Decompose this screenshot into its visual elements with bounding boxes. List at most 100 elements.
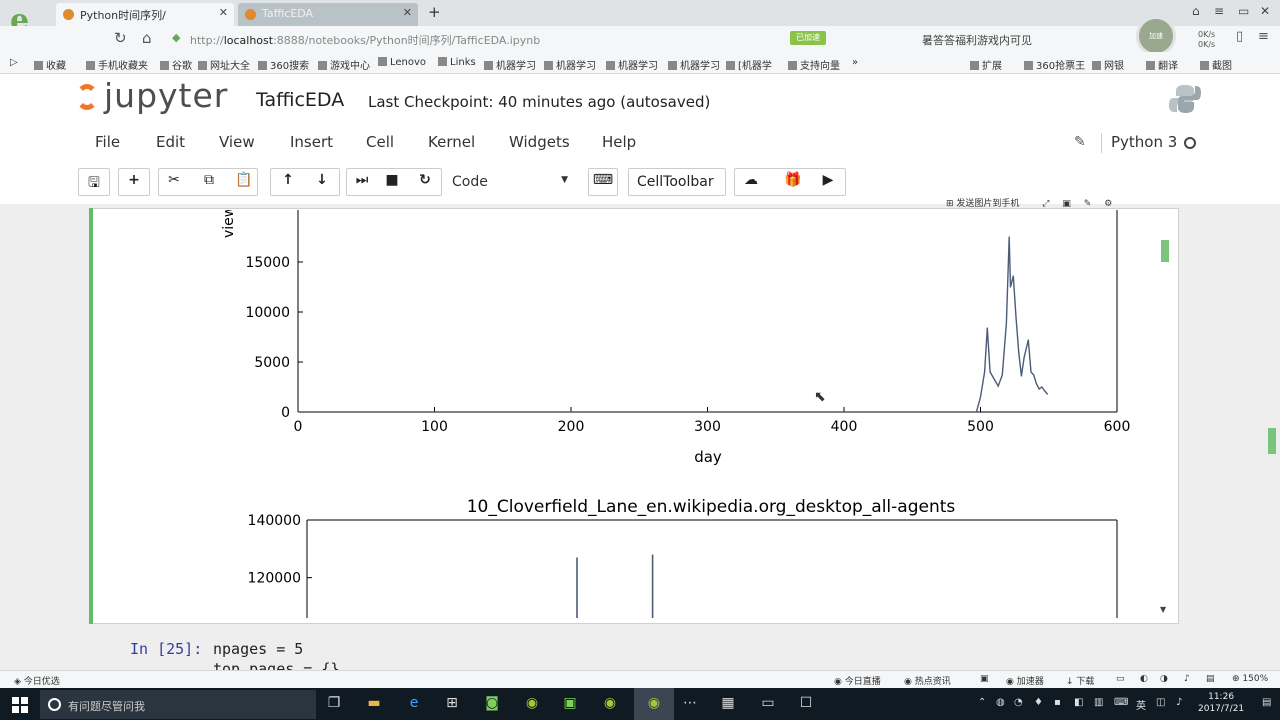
bookmark-tool[interactable]: 翻译 [1146,57,1178,72]
status-icon[interactable]: ▣ [980,674,989,684]
settings-icon[interactable]: ⚙ [1104,199,1112,209]
bookmark-item[interactable]: 谷歌 [160,57,192,72]
ime-indicator[interactable]: 英 [1136,697,1146,712]
edit-image-icon[interactable]: ✎ [1084,199,1092,209]
run-icon[interactable]: ⏭ [351,172,373,188]
app-icon[interactable]: ▦ [718,695,738,713]
menu-kernel[interactable]: Kernel [428,133,475,151]
app-icon[interactable]: ◉ [600,695,620,713]
scroll-down-arrow-icon[interactable]: ▼ [1160,605,1166,614]
status-icon[interactable]: ◑ [1160,674,1168,684]
menu-help[interactable]: Help [602,133,636,151]
tab-python-series[interactable]: Python时间序列/ ✕ [56,3,234,26]
jupyter-logo-text[interactable]: jupyter [104,76,228,115]
daily-picks-link[interactable]: ◈ 今日优选 [14,674,60,687]
bookmark-item[interactable]: Lenovo [378,57,426,68]
task-view-icon[interactable]: ❐ [324,695,344,713]
bookmark-tool[interactable]: 截图 [1200,57,1232,72]
output-scroll-thumb[interactable] [1161,240,1169,262]
bookmark-item[interactable]: 机器学习 [606,57,658,72]
menu-icon[interactable]: ≡ [1214,4,1224,18]
status-icon[interactable]: ▤ [1206,674,1215,684]
promo-link[interactable]: 暑答答福利游戏内可见 [922,32,1032,48]
edit-pencil-icon[interactable]: ✎ [1074,134,1086,150]
bookmark-tool[interactable]: 扩展 [970,57,1002,72]
menu-lines-icon[interactable]: ≡ [1258,29,1269,44]
restart-icon[interactable]: ↻ [414,172,436,188]
browser-360-icon[interactable]: ◉ [644,695,664,713]
tray-icon[interactable]: ◍ [996,697,1005,708]
code-line[interactable]: npages = 5 [213,640,303,658]
status-icon[interactable]: ◐ [1140,674,1148,684]
new-tab-icon[interactable]: + [428,3,441,21]
bookmarks-more-icon[interactable]: » [852,57,858,68]
menu-widgets[interactable]: Widgets [509,133,570,151]
tray-icon[interactable]: ◫ [1156,697,1165,708]
reader-icon[interactable]: ▯ [1236,29,1243,44]
home-icon[interactable]: ⌂ [142,29,152,47]
app-icon[interactable]: ▣ [560,695,580,713]
bookmark-item[interactable]: 机器学习 [484,57,536,72]
url-input[interactable]: http://localhost:8888/notebooks/Python时间… [190,32,540,48]
bookmark-item[interactable]: [机器学 [726,57,772,72]
move-up-icon[interactable]: ↑ [277,172,299,188]
speed-ring[interactable]: 加速 [1136,16,1176,56]
bookmark-item[interactable]: 收藏 [34,57,66,72]
celltoolbar-button[interactable]: CellToolbar [628,168,726,196]
menu-insert[interactable]: Insert [290,133,333,151]
menu-cell[interactable]: Cell [366,133,394,151]
status-icon[interactable]: ♪ [1184,674,1190,684]
notebook-name[interactable]: TafficEDA [256,89,344,111]
menu-view[interactable]: View [219,133,255,151]
app-icon[interactable]: ⋯ [680,695,700,713]
app-icon[interactable]: ◙ [482,695,502,713]
downloads-link[interactable]: ↓ 下载 [1066,674,1094,687]
skin-icon[interactable]: ⌂ [1192,4,1200,18]
cut-icon[interactable]: ✂ [163,172,185,188]
tab-taffic-eda[interactable]: TafficEDA ✕ [238,3,418,26]
live-link[interactable]: ◉ 今日直播 [834,674,881,687]
app-icon[interactable]: ☐ [796,695,816,713]
zoom-level[interactable]: ⊕ 150% [1232,674,1268,684]
output-scrollbar[interactable] [1157,212,1171,618]
youtube-icon[interactable]: ▶ [817,172,839,188]
network-icon[interactable]: ▥ [1094,697,1103,708]
cortana-search-input[interactable]: 有问题尽管问我 [40,690,316,719]
edge-icon[interactable]: e [404,695,424,713]
code-line[interactable]: top_pages = {} [213,660,339,670]
bookmark-item[interactable]: 机器学习 [544,57,596,72]
restore-window-icon[interactable]: ▭ [1238,4,1249,18]
close-tab-icon[interactable]: ✕ [403,6,412,19]
app-icon[interactable]: ▭ [758,695,778,713]
bookmark-item[interactable]: 网址大全 [198,57,250,72]
cell-type-select[interactable]: Code ▼ [444,169,576,195]
bookmark-tool[interactable]: 网银 [1092,57,1124,72]
bookmark-item[interactable]: 360搜索 [258,57,309,72]
jupyter-logo-icon[interactable] [76,84,98,110]
paste-icon[interactable]: 📋 [233,172,255,188]
save-image-icon[interactable]: ▣ [1062,199,1071,209]
bookmark-item[interactable]: 支持向量 [788,57,840,72]
move-down-icon[interactable]: ↓ [311,172,333,188]
close-window-icon[interactable]: ✕ [1260,4,1270,18]
app-icon[interactable]: ◉ [522,695,542,713]
notifications-icon[interactable]: ▤ [1262,697,1271,708]
copy-icon[interactable]: ⧉ [198,172,220,188]
expand-icon[interactable]: ⤢ [1042,199,1049,209]
file-explorer-icon[interactable]: ▬ [364,695,384,713]
volume-icon[interactable]: ♪ [1176,697,1182,708]
tray-icon[interactable]: ◔ [1014,697,1023,708]
menu-file[interactable]: File [95,133,120,151]
store-icon[interactable]: ⊞ [442,695,462,713]
bookmark-item[interactable]: 机器学习 [668,57,720,72]
tray-icon[interactable]: ▪ [1054,697,1061,708]
bookmark-item[interactable]: Links [438,57,476,68]
menu-edit[interactable]: Edit [156,133,185,151]
bookmarks-toggle-icon[interactable]: ▷ [10,57,18,68]
send-to-phone-link[interactable]: ⊞ 发送图片到手机 [946,199,1029,209]
system-clock[interactable]: 11:26 2017/7/21 [1198,691,1244,715]
bookmark-tool[interactable]: 360抢票王 [1024,57,1085,72]
kernel-name[interactable]: Python 3 [1111,133,1177,151]
tray-icon[interactable]: ♦ [1034,697,1043,708]
tray-icon[interactable]: ◧ [1074,697,1083,708]
